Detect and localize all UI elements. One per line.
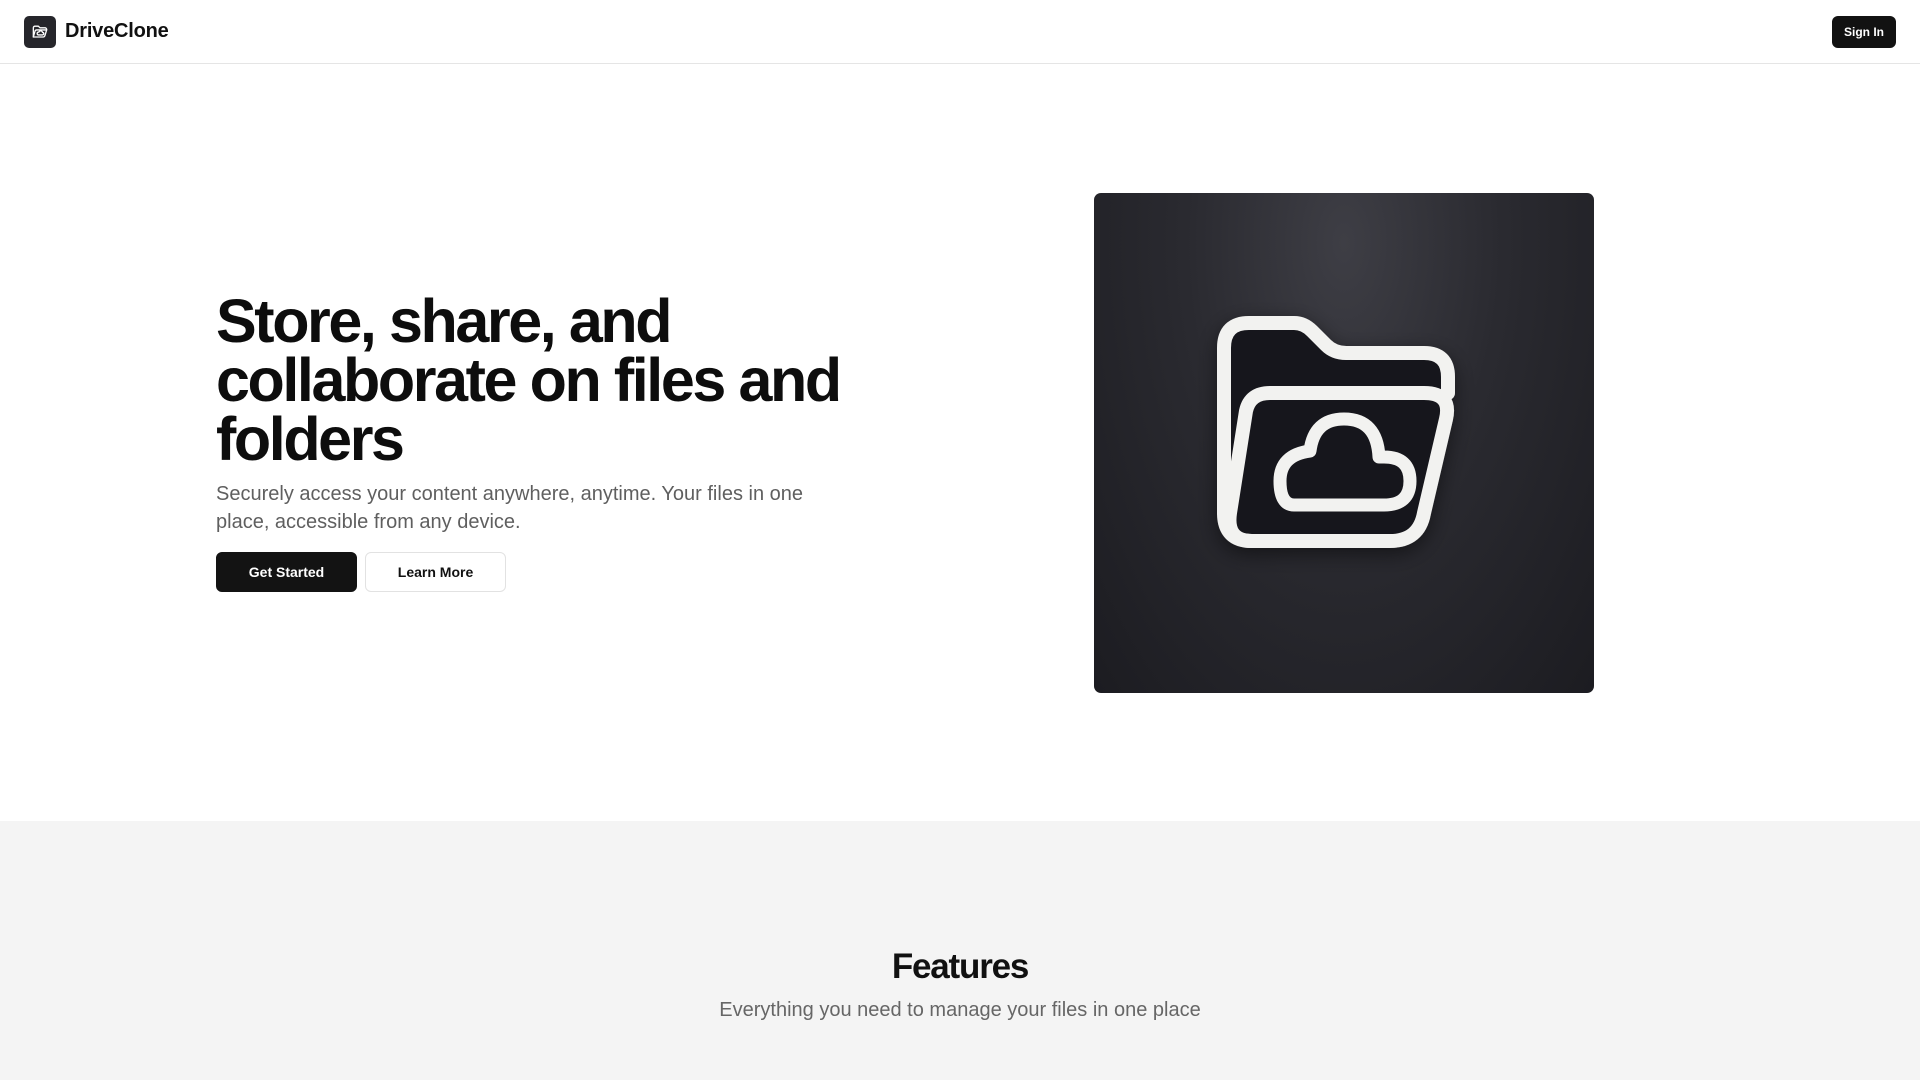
hero-subtitle: Securely access your content anywhere, a… — [216, 483, 803, 533]
features-title: Features — [891, 947, 1029, 986]
sign-in-button[interactable]: Sign In — [1832, 15, 1896, 48]
folder-cloud-icon — [1217, 316, 1455, 548]
learn-more-button[interactable]: Learn More — [365, 552, 506, 592]
hero-actions: Get Started Learn More — [216, 552, 916, 592]
brand-link[interactable]: DriveClone — [24, 15, 169, 48]
get-started-button[interactable]: Get Started — [216, 552, 357, 592]
hero-text: Store, share, and collaborate on files a… — [216, 287, 916, 592]
brand-name: DriveClone — [65, 20, 169, 42]
hero-title: Store, share, and collaborate on files a… — [216, 287, 842, 473]
features-subtitle: Everything you need to manage your files… — [719, 999, 1201, 1021]
folder-cloud-icon — [24, 15, 56, 48]
top-header: DriveClone Sign In — [0, 0, 1920, 64]
hero-section: Store, share, and collaborate on files a… — [0, 65, 1920, 821]
hero-illustration — [1094, 193, 1594, 693]
features-section: Features Everything you need to manage y… — [0, 821, 1920, 1080]
